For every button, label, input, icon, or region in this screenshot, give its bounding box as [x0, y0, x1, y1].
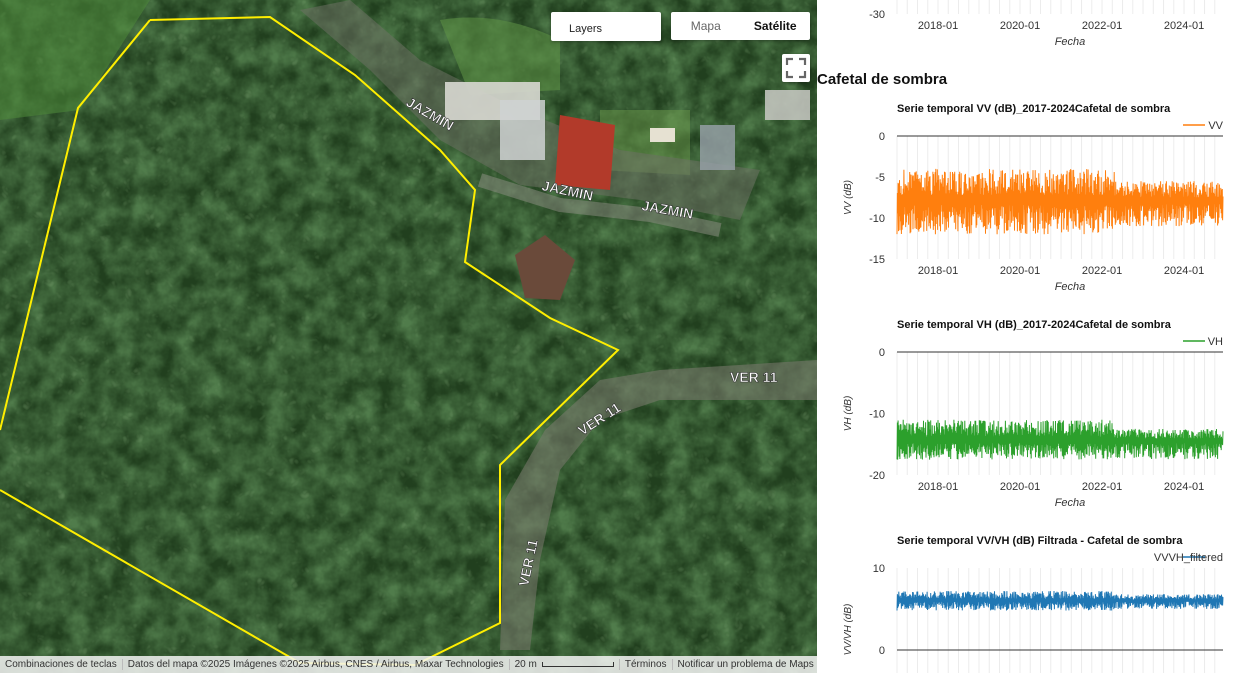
x-tick-label: 2018-01: [918, 481, 958, 493]
map-type-map-button[interactable]: Mapa: [671, 12, 741, 40]
satellite-map[interactable]: JAZMIN JAZMIN JAZMIN VER 11 VER 11 VER 1…: [0, 0, 817, 673]
x-tick-label: 2022-01: [1082, 481, 1122, 493]
terms-link[interactable]: Términos: [620, 659, 673, 670]
y-tick-label: 0: [879, 645, 885, 657]
scale-bar: [541, 661, 614, 667]
chart-previous-partial: -30 2018-01 2020-01 2022-01 2024-01 Fecha: [817, 0, 1242, 52]
x-tick-label: 2024-01: [1164, 481, 1204, 493]
map-data-attribution: Datos del mapa ©2025 Imágenes ©2025 Airb…: [123, 659, 510, 670]
legend-label: VH: [1208, 336, 1223, 348]
y-tick-label: 0: [879, 131, 885, 143]
x-tick-label: 2022-01: [1082, 20, 1122, 32]
layers-button[interactable]: Layers: [551, 12, 661, 41]
chart-grid: [896, 0, 1216, 14]
y-tick-label: -15: [869, 254, 885, 266]
chart-title: Serie temporal VV/VH (dB) Filtrada - Caf…: [897, 535, 1183, 547]
legend-label: VV: [1208, 120, 1223, 132]
map-attribution-bar: Combinaciones de teclas Datos del mapa ©…: [0, 656, 817, 673]
x-tick-label: 2020-01: [1000, 20, 1040, 32]
chart-grid: [896, 568, 1216, 673]
satellite-imagery: JAZMIN JAZMIN JAZMIN VER 11 VER 11 VER 1…: [0, 0, 817, 673]
x-axis-label: Fecha: [1055, 497, 1086, 509]
y-axis-label: VH (dB): [843, 396, 854, 432]
x-tick-label: 2018-01: [918, 20, 958, 32]
layers-label: Layers: [569, 23, 603, 35]
x-tick-label: 2022-01: [1082, 265, 1122, 277]
section-title: Cafetal de sombra: [817, 71, 948, 88]
x-tick-label: 2020-01: [1000, 265, 1040, 277]
fullscreen-icon: [785, 57, 807, 79]
y-tick-label: -10: [869, 409, 885, 421]
chart-vvvh-filtered: Serie temporal VV/VH (dB) Filtrada - Caf…: [817, 527, 1242, 673]
keyboard-shortcuts-link[interactable]: Combinaciones de teclas: [0, 659, 123, 670]
x-tick-label: 2024-01: [1164, 265, 1204, 277]
report-problem-link[interactable]: Notificar un problema de Maps: [673, 659, 817, 670]
y-axis-label: VV/VH (dB): [843, 604, 854, 656]
map-type-control[interactable]: Mapa Satélite: [671, 12, 810, 40]
map-type-satellite-button[interactable]: Satélite: [741, 12, 811, 40]
y-tick-label: -10: [869, 213, 885, 225]
legend-label: VVVH_filtered: [1154, 552, 1223, 564]
x-axis-label: Fecha: [1055, 36, 1086, 48]
road-label: VER 11: [730, 369, 778, 385]
y-tick-label: -5: [875, 172, 885, 184]
y-tick-label: 10: [873, 563, 885, 575]
chart-title: Serie temporal VH (dB)_2017-2024Cafetal …: [897, 319, 1172, 331]
map-scale: 20 m: [510, 659, 620, 670]
x-tick-label: 2018-01: [918, 265, 958, 277]
x-tick-label: 2020-01: [1000, 481, 1040, 493]
y-tick-label: -30: [869, 9, 885, 21]
x-axis-label: Fecha: [1055, 281, 1086, 293]
map-scale-label: 20 m: [514, 659, 537, 670]
y-axis-label: VV (dB): [843, 180, 854, 215]
chart-vv: Serie temporal VV (dB)_2017-2024Cafetal …: [817, 95, 1242, 300]
chart-vh: Serie temporal VH (dB)_2017-2024Cafetal …: [817, 311, 1242, 516]
x-tick-label: 2024-01: [1164, 20, 1204, 32]
chart-title: Serie temporal VV (dB)_2017-2024Cafetal …: [897, 103, 1171, 115]
results-panel[interactable]: Cafetal de sombra -30 2018-01 2020-01 2022-…: [817, 0, 1242, 673]
y-tick-label: 0: [879, 347, 885, 359]
y-tick-label: -20: [869, 470, 885, 482]
fullscreen-button[interactable]: [782, 54, 810, 82]
